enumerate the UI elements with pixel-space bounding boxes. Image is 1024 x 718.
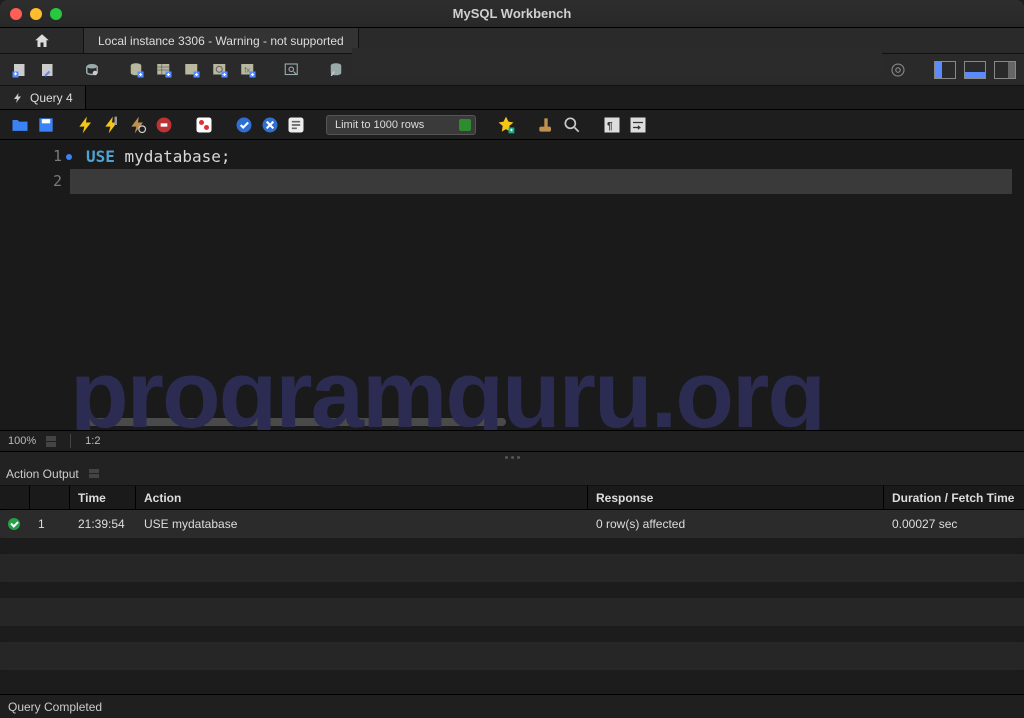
output-row-empty xyxy=(0,598,1024,626)
output-grid-header: Time Action Response Duration / Fetch Ti… xyxy=(0,486,1024,510)
reconnect-button[interactable] xyxy=(324,58,348,82)
col-num xyxy=(30,486,70,509)
toggle-whitespace-button[interactable]: ¶ xyxy=(602,115,622,135)
connection-tab[interactable]: Local instance 3306 - Warning - not supp… xyxy=(84,28,359,53)
create-table-button[interactable] xyxy=(152,58,176,82)
toggle-autocommit-button[interactable] xyxy=(194,115,214,135)
create-function-button[interactable]: fx xyxy=(236,58,260,82)
output-grid-body: 1 21:39:54 USE mydatabase 0 row(s) affec… xyxy=(0,510,1024,694)
sql-editor[interactable]: 1 2 USE mydatabase; programguru.org xyxy=(0,140,1024,430)
execute-all-button[interactable] xyxy=(76,115,96,135)
open-file-button[interactable] xyxy=(10,115,30,135)
zoom-window-button[interactable] xyxy=(50,8,62,20)
execute-current-button[interactable] xyxy=(102,115,122,135)
toggle-limit-button[interactable] xyxy=(286,115,306,135)
line-number: 1 xyxy=(53,147,62,165)
row-duration: 0.00027 sec xyxy=(884,510,1024,538)
col-status xyxy=(0,486,30,509)
create-schema-button[interactable] xyxy=(124,58,148,82)
output-row-empty xyxy=(0,554,1024,582)
settings-gear-button[interactable] xyxy=(886,58,910,82)
row-limit-select[interactable]: Limit to 1000 rows xyxy=(326,115,476,135)
editor-gutter: 1 2 xyxy=(0,140,70,430)
toggle-bottom-panel-button[interactable] xyxy=(964,61,986,79)
row-time: 21:39:54 xyxy=(70,510,136,538)
col-action[interactable]: Action xyxy=(136,486,588,509)
horizontal-splitter[interactable] xyxy=(0,452,1024,462)
svg-text:fx: fx xyxy=(244,65,250,74)
query-tab[interactable]: Query 4 xyxy=(0,86,86,109)
open-sql-file-button[interactable] xyxy=(36,58,60,82)
toggle-right-panel-button[interactable] xyxy=(994,61,1016,79)
main-toolbar: fx xyxy=(0,54,1024,86)
query-tab-bar: Query 4 xyxy=(0,86,1024,110)
editor-status-bar: 100% 1:2 xyxy=(0,430,1024,452)
inspector-button[interactable] xyxy=(80,58,104,82)
create-procedure-button[interactable] xyxy=(208,58,232,82)
col-response[interactable]: Response xyxy=(588,486,884,509)
home-tab[interactable] xyxy=(0,28,84,53)
row-response: 0 row(s) affected xyxy=(588,510,884,538)
window-controls xyxy=(10,8,62,20)
sql-punct: ; xyxy=(221,147,231,166)
toggle-left-panel-button[interactable] xyxy=(934,61,956,79)
sql-identifier: mydatabase xyxy=(115,147,221,166)
svg-text:¶: ¶ xyxy=(607,121,613,132)
zoom-stepper[interactable] xyxy=(46,436,56,447)
query-tab-label: Query 4 xyxy=(30,91,73,105)
sql-keyword: USE xyxy=(86,147,115,166)
rollback-button[interactable] xyxy=(260,115,280,135)
create-view-button[interactable] xyxy=(180,58,204,82)
output-selector-bar: Action Output xyxy=(0,462,1024,486)
close-window-button[interactable] xyxy=(10,8,22,20)
cursor-position: 1:2 xyxy=(85,435,100,447)
zoom-level: 100% xyxy=(8,435,36,447)
output-row[interactable]: 1 21:39:54 USE mydatabase 0 row(s) affec… xyxy=(0,510,1024,538)
table-data-search-button[interactable] xyxy=(280,58,304,82)
output-grid: Time Action Response Duration / Fetch Ti… xyxy=(0,486,1024,694)
output-row-empty xyxy=(0,642,1024,670)
snippets-button[interactable] xyxy=(496,115,516,135)
find-button[interactable] xyxy=(562,115,582,135)
row-num: 1 xyxy=(30,510,70,538)
window-title: MySQL Workbench xyxy=(0,6,1024,21)
col-time[interactable]: Time xyxy=(70,486,136,509)
new-sql-tab-button[interactable] xyxy=(8,58,32,82)
line-number: 2 xyxy=(53,172,62,190)
success-icon xyxy=(8,518,20,530)
home-icon xyxy=(33,32,51,50)
status-bar: Query Completed xyxy=(0,694,1024,718)
save-file-button[interactable] xyxy=(36,115,56,135)
toggle-wrap-button[interactable] xyxy=(628,115,648,135)
lightning-icon xyxy=(12,92,24,104)
editor-toolbar: Limit to 1000 rows ¶ xyxy=(0,110,1024,140)
row-limit-label: Limit to 1000 rows xyxy=(335,119,424,131)
output-type-stepper[interactable] xyxy=(89,469,99,478)
status-text: Query Completed xyxy=(8,700,102,714)
app-window: MySQL Workbench Local instance 3306 - Wa… xyxy=(0,0,1024,718)
explain-button[interactable] xyxy=(128,115,148,135)
minimize-window-button[interactable] xyxy=(30,8,42,20)
connection-tab-label: Local instance 3306 - Warning - not supp… xyxy=(98,34,344,48)
editor-horizontal-scrollbar[interactable] xyxy=(86,418,506,426)
commit-button[interactable] xyxy=(234,115,254,135)
stop-button[interactable] xyxy=(154,115,174,135)
row-action: USE mydatabase xyxy=(136,510,588,538)
editor-code-area[interactable]: USE mydatabase; xyxy=(70,140,1024,430)
output-type-select[interactable]: Action Output xyxy=(6,467,79,481)
col-duration[interactable]: Duration / Fetch Time xyxy=(884,486,1024,509)
title-bar: MySQL Workbench xyxy=(0,0,1024,28)
beautify-button[interactable] xyxy=(536,115,556,135)
